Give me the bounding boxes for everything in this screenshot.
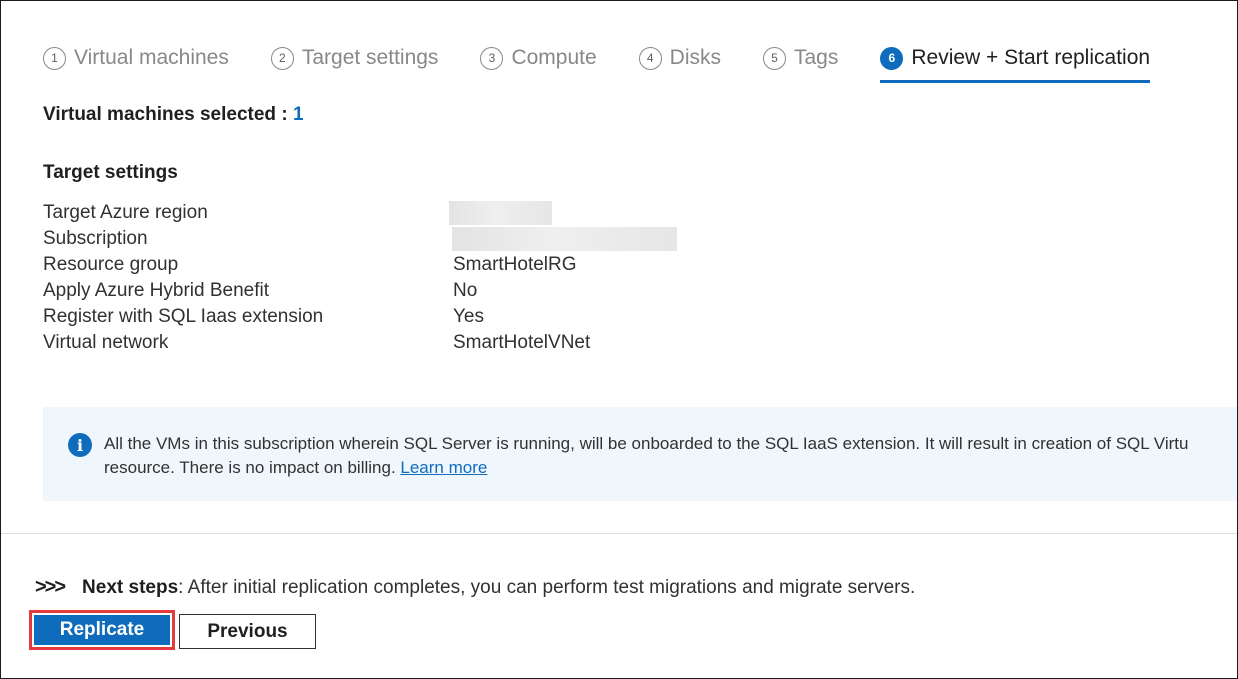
step-number-4: 4 xyxy=(638,46,662,70)
step-label: Virtual machines xyxy=(74,46,229,69)
vm-selected-summary: Virtual machines selected : 1 xyxy=(43,104,304,126)
info-banner-line2-text: resource. There is no impact on billing. xyxy=(104,458,401,477)
footer-divider xyxy=(1,533,1237,534)
info-banner-line2: resource. There is no impact on billing.… xyxy=(104,456,1188,480)
setting-label: Target Azure region xyxy=(43,202,208,223)
info-banner-line1: All the VMs in this subscription wherein… xyxy=(104,434,1189,453)
replicate-button-highlight: Replicate xyxy=(29,610,175,650)
step-disks[interactable]: 4 Disks xyxy=(638,41,721,75)
setting-value: SmartHotelVNet xyxy=(453,332,591,353)
step-compute[interactable]: 3 Compute xyxy=(480,41,597,75)
step-review-start-replication[interactable]: 6 Review + Start replication xyxy=(880,41,1151,83)
setting-value: Yes xyxy=(453,306,484,327)
step-number-3: 3 xyxy=(480,46,504,70)
step-label: Compute xyxy=(511,46,597,69)
target-settings-title: Target settings xyxy=(43,162,178,183)
setting-label: Subscription xyxy=(43,228,148,249)
step-label: Target settings xyxy=(301,46,439,69)
chevrons-right-icon: >>> xyxy=(35,576,66,598)
step-tags[interactable]: 5 Tags xyxy=(763,41,838,75)
setting-value: No xyxy=(453,280,478,301)
learn-more-link[interactable]: Learn more xyxy=(400,458,487,477)
step-number-5: 5 xyxy=(763,46,786,70)
info-banner-text: All the VMs in this subscription wherein… xyxy=(104,432,1188,480)
setting-label: Resource group xyxy=(43,254,179,275)
wizard-steps: 1 Virtual machines 2 Target settings 3 C… xyxy=(43,41,1192,85)
step-target-settings[interactable]: 2 Target settings xyxy=(270,41,439,75)
next-steps: >>> Next steps: After initial replicatio… xyxy=(35,576,915,599)
step-number-6: 6 xyxy=(880,46,904,70)
review-start-replication-panel: 1 Virtual machines 2 Target settings 3 C… xyxy=(0,0,1238,679)
step-number-2: 2 xyxy=(270,46,294,70)
next-steps-heading: Next steps xyxy=(82,576,179,598)
step-label: Disks xyxy=(669,46,721,69)
redacted-value xyxy=(452,227,677,251)
setting-label: Apply Azure Hybrid Benefit xyxy=(43,280,270,301)
step-number-1: 1 xyxy=(43,46,66,70)
replicate-button[interactable]: Replicate xyxy=(34,615,170,645)
setting-label: Virtual network xyxy=(43,332,169,353)
next-steps-text: : After initial replication completes, y… xyxy=(178,576,916,598)
vm-selected-count: 1 xyxy=(292,104,304,125)
step-virtual-machines[interactable]: 1 Virtual machines xyxy=(43,41,229,75)
redacted-value xyxy=(449,201,552,225)
info-icon: i xyxy=(68,433,92,457)
setting-label: Register with SQL Iaas extension xyxy=(43,306,324,327)
step-label: Tags xyxy=(794,46,839,69)
setting-value: SmartHotelRG xyxy=(453,254,577,275)
previous-button[interactable]: Previous xyxy=(179,614,316,649)
vm-selected-label: Virtual machines selected : xyxy=(43,104,293,125)
info-banner: i All the VMs in this subscription where… xyxy=(43,407,1237,501)
step-label: Review + Start replication xyxy=(911,46,1151,69)
